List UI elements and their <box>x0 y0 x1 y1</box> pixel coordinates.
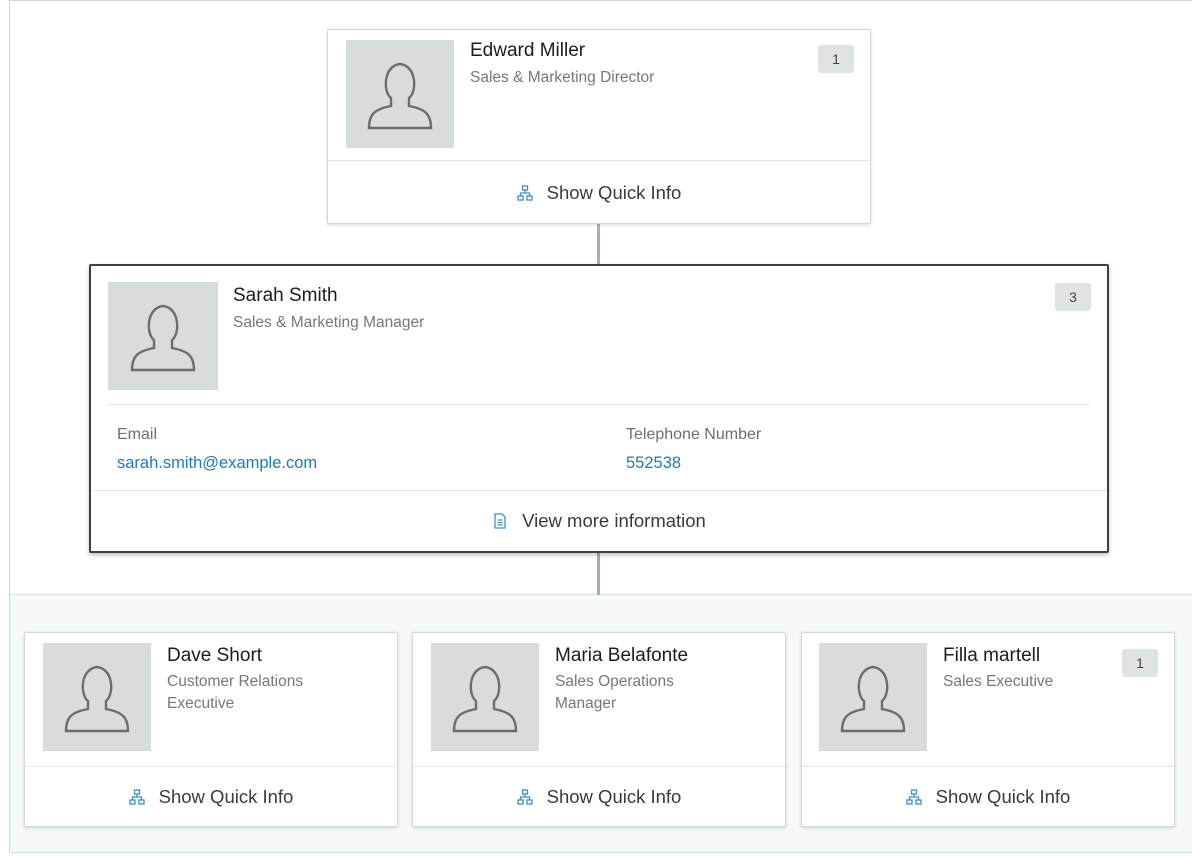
org-chart-icon <box>516 184 533 201</box>
show-quick-info-button[interactable]: Show Quick Info <box>413 767 785 827</box>
divider <box>108 404 1090 405</box>
person-name: Maria Belafonte <box>555 645 689 666</box>
org-chart-icon <box>128 789 145 805</box>
show-quick-info-button[interactable]: Show Quick Info <box>802 767 1174 827</box>
subordinate-count-badge: 1 <box>818 45 854 73</box>
view-more-information-button[interactable]: View more information <box>91 491 1107 551</box>
email-link[interactable]: sarah.smith@example.com <box>117 454 317 473</box>
person-title-line-1: Customer Relations <box>167 673 304 690</box>
org-card-dave-short[interactable]: Dave Short Customer Relations Executive … <box>24 632 398 827</box>
person-title: Sales & Marketing Manager <box>233 314 425 331</box>
avatar <box>431 643 539 751</box>
person-title-line-1: Sales Operations <box>555 673 674 690</box>
telephone-link[interactable]: 552538 <box>626 454 681 473</box>
person-name: Sarah Smith <box>233 285 338 306</box>
org-card-filla-martell[interactable]: Filla martell Sales Executive 1 Show Qui… <box>801 632 1175 827</box>
person-silhouette-icon <box>367 62 433 130</box>
person-title-line-1: Sales Executive <box>943 673 1054 690</box>
show-quick-info-button[interactable]: Show Quick Info <box>328 161 870 224</box>
person-title-line-2: Manager <box>555 695 617 712</box>
person-name: Dave Short <box>167 645 263 666</box>
org-chart-icon <box>516 789 533 805</box>
email-label: Email <box>117 426 158 443</box>
show-quick-info-label: Show Quick Info <box>158 786 294 807</box>
show-quick-info-button[interactable]: Show Quick Info <box>25 767 397 827</box>
org-card-sarah-smith[interactable]: Sarah Smith Sales & Marketing Manager 3 … <box>89 264 1109 553</box>
avatar <box>108 282 218 390</box>
connector-line <box>597 553 600 595</box>
person-title-line-2: Executive <box>167 695 235 712</box>
document-icon <box>494 513 506 529</box>
avatar <box>346 40 454 148</box>
frame-top-border <box>9 0 1192 1</box>
show-quick-info-label: Show Quick Info <box>935 786 1071 807</box>
telephone-label: Telephone Number <box>626 426 762 443</box>
person-silhouette-icon <box>452 665 518 733</box>
org-chart-icon <box>905 789 922 805</box>
person-name: Edward Miller <box>470 40 586 61</box>
view-more-information-label: View more information <box>522 510 706 531</box>
person-silhouette-icon <box>64 665 130 733</box>
subordinate-count-badge: 1 <box>1122 649 1158 677</box>
subordinate-count-badge: 3 <box>1055 283 1091 311</box>
connector-line <box>597 224 600 266</box>
person-silhouette-icon <box>130 304 196 372</box>
avatar <box>819 643 927 751</box>
person-silhouette-icon <box>840 665 906 733</box>
org-card-edward-miller[interactable]: Edward Miller Sales & Marketing Director… <box>327 29 871 224</box>
show-quick-info-label: Show Quick Info <box>546 181 682 203</box>
org-card-maria-belafonte[interactable]: Maria Belafonte Sales Operations Manager… <box>412 632 786 827</box>
person-title: Sales & Marketing Director <box>470 69 655 86</box>
show-quick-info-label: Show Quick Info <box>546 786 682 807</box>
avatar <box>43 643 151 751</box>
person-name: Filla martell <box>943 645 1041 666</box>
